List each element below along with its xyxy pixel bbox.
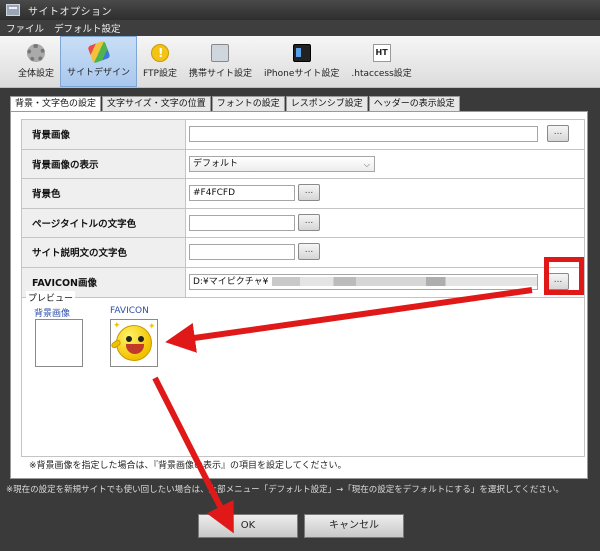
favicon-browse-highlight: [544, 257, 584, 295]
background-display-select[interactable]: デフォルト ⌵: [189, 155, 375, 172]
form-row-background-image: 背景画像 ...: [22, 120, 584, 150]
toolbar-site-design[interactable]: サイトデザイン: [60, 36, 138, 87]
smiley-eye: [138, 336, 144, 342]
site-description-color-input[interactable]: [189, 244, 295, 260]
settings-form: 背景画像 ... 背景画像の表示 デフォルト ⌵ 背景色 #F4FCFD ...: [21, 119, 585, 298]
background-color-input[interactable]: #F4FCFD: [189, 185, 295, 201]
toolbar-label: 全体設定: [18, 69, 55, 79]
mobile-phone-icon: [211, 44, 230, 62]
form-row-background-color: 背景色 #F4FCFD ...: [22, 179, 584, 209]
tab-font-settings[interactable]: フォントの設定: [211, 96, 285, 112]
page-title-color-input[interactable]: [189, 214, 295, 231]
favicon-preview: ✦ ✦: [110, 319, 158, 367]
favicon-image-input[interactable]: D:¥マイピクチャ¥: [189, 273, 538, 290]
preview-background-label: 背景画像: [34, 309, 71, 319]
chevron-down-icon: ⌵: [363, 159, 370, 169]
title-bar: サイトオプション: [0, 0, 600, 20]
preview-favicon-label: FAVICON: [110, 306, 149, 316]
toolbar-label: サイトデザイン: [67, 68, 131, 78]
favicon-path-text: D:¥マイピクチャ¥: [193, 276, 269, 287]
toolbar-general-settings[interactable]: 全体設定: [12, 36, 60, 87]
toolbar-label: .htaccess設定: [351, 69, 412, 79]
toolbar-label: FTP設定: [143, 69, 177, 79]
iphone-icon: [292, 44, 311, 62]
smiley-mouth: [126, 344, 144, 354]
toolbar-label: iPhoneサイト設定: [264, 69, 340, 79]
window-title: サイトオプション: [28, 6, 112, 18]
sparkle-icon: ✦: [113, 321, 121, 331]
preview-group: プレビュー 背景画像 FAVICON ✦ ✦: [21, 291, 585, 457]
sparkle-icon: ✦: [148, 322, 156, 332]
background-image-input[interactable]: [189, 126, 538, 142]
status-bar: ※現在の設定を新規サイトでも使い回したい場合は、上部メニュー「デフォルト設定」→…: [0, 482, 600, 498]
menu-default-settings[interactable]: デフォルト設定: [54, 21, 121, 35]
ftp-icon: [151, 44, 169, 62]
form-row-page-title-color: ページタイトルの文字色 ...: [22, 208, 584, 238]
select-value: デフォルト: [193, 158, 239, 169]
field-label: ページタイトルの文字色: [22, 208, 186, 237]
toolbar-mobile-settings[interactable]: 携帯サイト設定: [183, 36, 258, 87]
menu-file[interactable]: ファイル: [6, 21, 44, 35]
field-label: 背景画像の表示: [22, 149, 186, 178]
design-palette-icon: [86, 40, 111, 64]
background-image-preview: [35, 319, 83, 367]
field-label: サイト説明文の文字色: [22, 238, 186, 267]
toolbar-iphone-settings[interactable]: iPhoneサイト設定: [258, 36, 345, 87]
settings-panel: 背景画像 ... 背景画像の表示 デフォルト ⌵ 背景色 #F4FCFD ...: [10, 111, 588, 479]
preview-legend: プレビュー: [26, 291, 76, 304]
settings-tabs: 背景・文字色の設定 文字サイズ・文字の位置 フォントの設定 レスポンシブ設定 ヘ…: [10, 96, 461, 113]
toolbar-label: 携帯サイト設定: [188, 69, 252, 79]
menu-bar: ファイル デフォルト設定: [0, 20, 600, 36]
blurred-path: [272, 276, 537, 286]
tab-header-display[interactable]: ヘッダーの表示設定: [368, 96, 460, 112]
toolbar-htaccess-settings[interactable]: HT .htaccess設定: [345, 36, 417, 87]
cancel-button[interactable]: キャンセル: [304, 514, 404, 538]
smiley-eye: [126, 336, 132, 342]
background-image-note: ※背景画像を指定した場合は、『背景画像の表示』の項目を設定してください。: [29, 461, 347, 471]
htaccess-icon: HT: [372, 44, 391, 62]
background-image-browse-button[interactable]: ...: [547, 125, 569, 142]
toolbar: 全体設定 サイトデザイン FTP設定 携帯サイト設定 iPhoneサイト設定 H…: [0, 36, 600, 88]
background-color-picker-button[interactable]: ...: [298, 184, 320, 201]
app-window-icon: [6, 4, 20, 16]
field-label: 背景色: [22, 179, 186, 208]
field-label: 背景画像: [22, 120, 186, 149]
site-description-color-picker-button[interactable]: ...: [298, 243, 320, 260]
tab-text-size-position[interactable]: 文字サイズ・文字の位置: [102, 96, 211, 112]
page-title-color-picker-button[interactable]: ...: [298, 213, 320, 231]
smiley-favicon-icon: [110, 325, 152, 361]
form-row-site-description-color: サイト説明文の文字色 ...: [22, 238, 584, 268]
smiley-arm: [110, 338, 122, 350]
gear-icon: [27, 44, 45, 62]
ok-button[interactable]: OK: [198, 514, 298, 538]
form-row-background-display: 背景画像の表示 デフォルト ⌵: [22, 149, 584, 179]
form-row-favicon-image: FAVICON画像 D:¥マイピクチャ¥ ...: [22, 267, 584, 297]
tab-responsive-settings[interactable]: レスポンシブ設定: [285, 96, 368, 112]
toolbar-ftp-settings[interactable]: FTP設定: [137, 36, 183, 87]
